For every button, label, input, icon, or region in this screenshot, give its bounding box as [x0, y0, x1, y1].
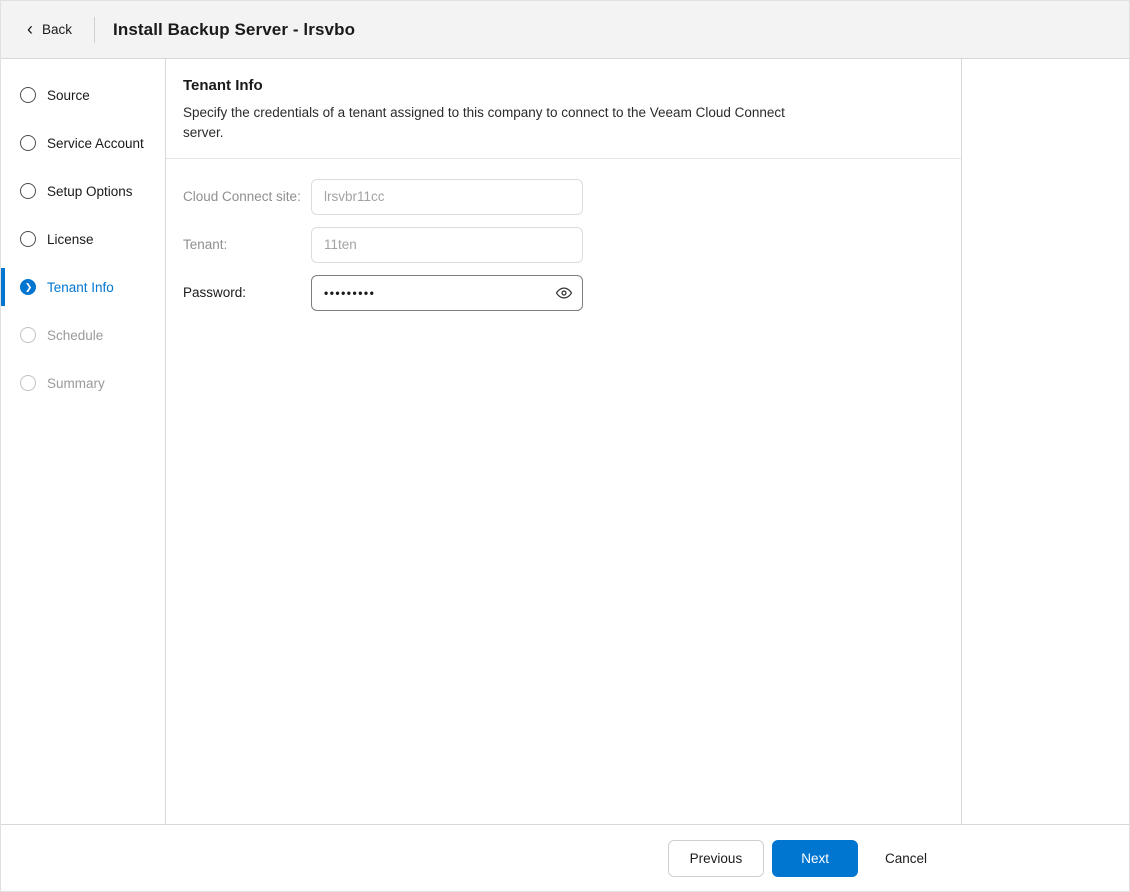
form-row-tenant: Tenant: — [183, 227, 961, 263]
password-label: Password: — [183, 285, 311, 300]
cloud-connect-site-input — [311, 179, 583, 215]
step-label: Setup Options — [47, 184, 133, 199]
cloud-connect-site-label: Cloud Connect site: — [183, 189, 311, 204]
eye-icon — [555, 284, 573, 302]
back-button-label: Back — [42, 22, 72, 37]
step-disabled-icon — [20, 375, 36, 391]
right-spacer — [962, 59, 1129, 824]
header-divider — [94, 17, 95, 43]
form-row-cloud-connect-site: Cloud Connect site: — [183, 179, 961, 215]
form-row-password: Password: — [183, 275, 961, 311]
step-pending-icon — [20, 87, 36, 103]
tenant-input-wrap — [311, 227, 583, 263]
wizard-footer: Previous Next Cancel — [1, 824, 1129, 891]
cancel-button[interactable]: Cancel — [871, 840, 941, 877]
cloud-connect-site-input-wrap — [311, 179, 583, 215]
step-label: Tenant Info — [47, 280, 114, 295]
step-description: Specify the credentials of a tenant assi… — [183, 103, 828, 144]
back-button[interactable]: ‹ Back — [25, 16, 74, 44]
wizard-steps-sidebar: Source Service Account Setup Options Lic… — [1, 59, 166, 824]
step-label: License — [47, 232, 94, 247]
wizard-header: ‹ Back Install Backup Server - lrsvbo — [1, 1, 1129, 59]
page-title: Install Backup Server - lrsvbo — [113, 20, 355, 40]
back-chevron-icon: ‹ — [27, 20, 33, 38]
sidebar-step-source[interactable]: Source — [1, 71, 165, 119]
previous-button[interactable]: Previous — [668, 840, 765, 877]
step-active-icon: ❯ — [20, 279, 36, 295]
step-title: Tenant Info — [183, 77, 941, 94]
sidebar-step-setup-options[interactable]: Setup Options — [1, 167, 165, 215]
step-label: Schedule — [47, 328, 103, 343]
sidebar-step-tenant-info[interactable]: ❯ Tenant Info — [1, 263, 165, 311]
next-button[interactable]: Next — [772, 840, 858, 877]
chevron-right-icon: ❯ — [25, 283, 33, 292]
sidebar-step-service-account[interactable]: Service Account — [1, 119, 165, 167]
step-label: Service Account — [47, 136, 144, 151]
step-pending-icon — [20, 231, 36, 247]
step-label: Source — [47, 88, 90, 103]
step-label: Summary — [47, 376, 105, 391]
sidebar-step-license[interactable]: License — [1, 215, 165, 263]
sidebar-step-summary: Summary — [1, 359, 165, 407]
step-content-header: Tenant Info Specify the credentials of a… — [166, 59, 961, 159]
step-content-panel: Tenant Info Specify the credentials of a… — [166, 59, 962, 824]
step-disabled-icon — [20, 327, 36, 343]
tenant-label: Tenant: — [183, 237, 311, 252]
step-pending-icon — [20, 135, 36, 151]
install-backup-server-wizard: ‹ Back Install Backup Server - lrsvbo So… — [0, 0, 1130, 892]
step-pending-icon — [20, 183, 36, 199]
tenant-input — [311, 227, 583, 263]
wizard-body: Source Service Account Setup Options Lic… — [1, 59, 1129, 824]
password-input-wrap — [311, 275, 583, 311]
sidebar-step-schedule: Schedule — [1, 311, 165, 359]
tenant-info-form: Cloud Connect site: Tenant: Password: — [166, 159, 961, 323]
password-input[interactable] — [311, 275, 583, 311]
show-password-button[interactable] — [546, 276, 582, 310]
